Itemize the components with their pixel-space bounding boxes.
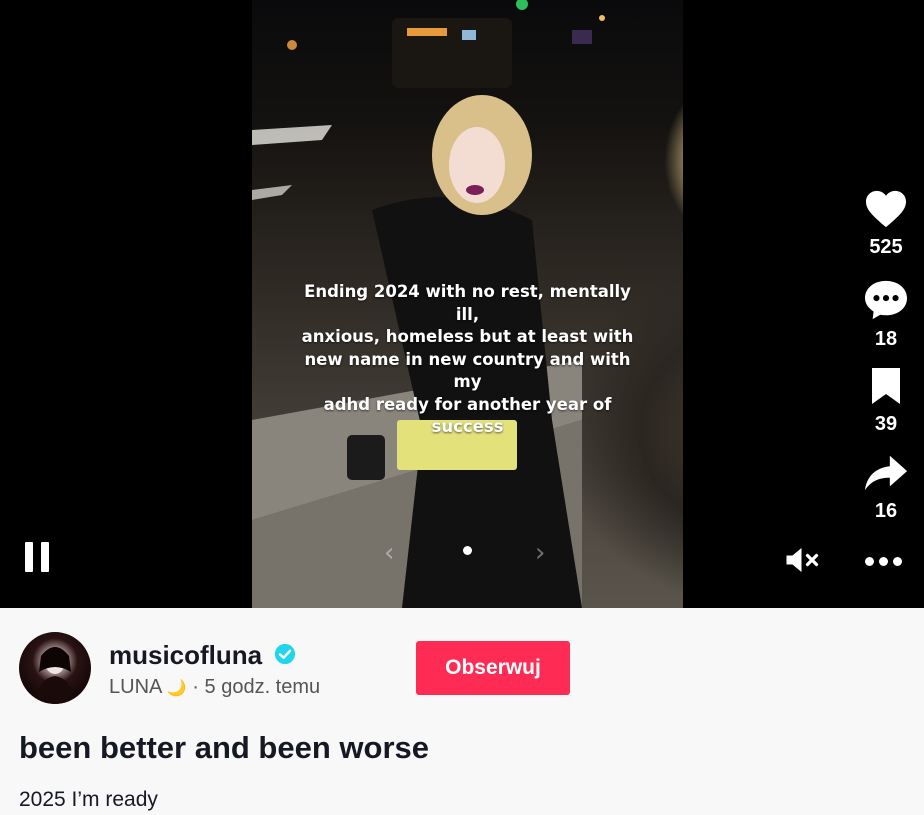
video-frame[interactable]: Ending 2024 with no rest, mentally ill, …: [252, 0, 683, 608]
heart-icon: [866, 190, 906, 228]
avatar[interactable]: [19, 632, 91, 704]
share-count: 16: [874, 500, 898, 522]
post-description: 2025 I’m ready: [19, 788, 158, 811]
pause-icon[interactable]: [25, 542, 51, 572]
comment-button[interactable]: 18: [860, 279, 912, 351]
share-icon: [864, 455, 908, 491]
caption-line: new name in new country and with my: [304, 349, 631, 392]
verified-icon: [274, 643, 296, 665]
comment-icon: [865, 280, 907, 320]
caption-line: anxious, homeless but at least with: [301, 327, 634, 346]
save-button[interactable]: 39: [860, 366, 912, 436]
caption-line: adhd ready for another year of success: [323, 394, 612, 437]
bookmark-icon: [872, 368, 900, 404]
post-time: · 5 godz. temu: [192, 676, 321, 698]
like-button[interactable]: 525: [860, 189, 912, 259]
author-username[interactable]: musicofluna: [109, 640, 262, 671]
like-count: 525: [869, 236, 903, 258]
mute-icon: [786, 548, 819, 572]
author-display-name: LUNA: [109, 676, 162, 698]
caption-line: Ending 2024 with no rest, mentally ill,: [304, 282, 631, 324]
avatar-image: [33, 647, 77, 704]
slide-indicator-dot: [463, 546, 472, 555]
comment-count: 18: [874, 328, 898, 350]
moon-emoji: 🌙: [166, 680, 187, 697]
share-button[interactable]: 16: [860, 453, 912, 523]
author-subline: LUNA 🌙 · 5 godz. temu: [109, 676, 320, 699]
video-caption: Ending 2024 with no rest, mentally ill, …: [292, 281, 643, 439]
more-icon[interactable]: [865, 553, 907, 567]
mute-button[interactable]: [785, 545, 821, 575]
save-count: 39: [874, 413, 898, 435]
video-player[interactable]: Ending 2024 with no rest, mentally ill, …: [0, 0, 924, 608]
follow-button[interactable]: Obserwuj: [416, 641, 570, 695]
next-slide-button[interactable]: ›: [535, 538, 545, 568]
previous-slide-button[interactable]: ‹: [384, 538, 394, 568]
post-title: been better and been worse: [19, 730, 429, 765]
